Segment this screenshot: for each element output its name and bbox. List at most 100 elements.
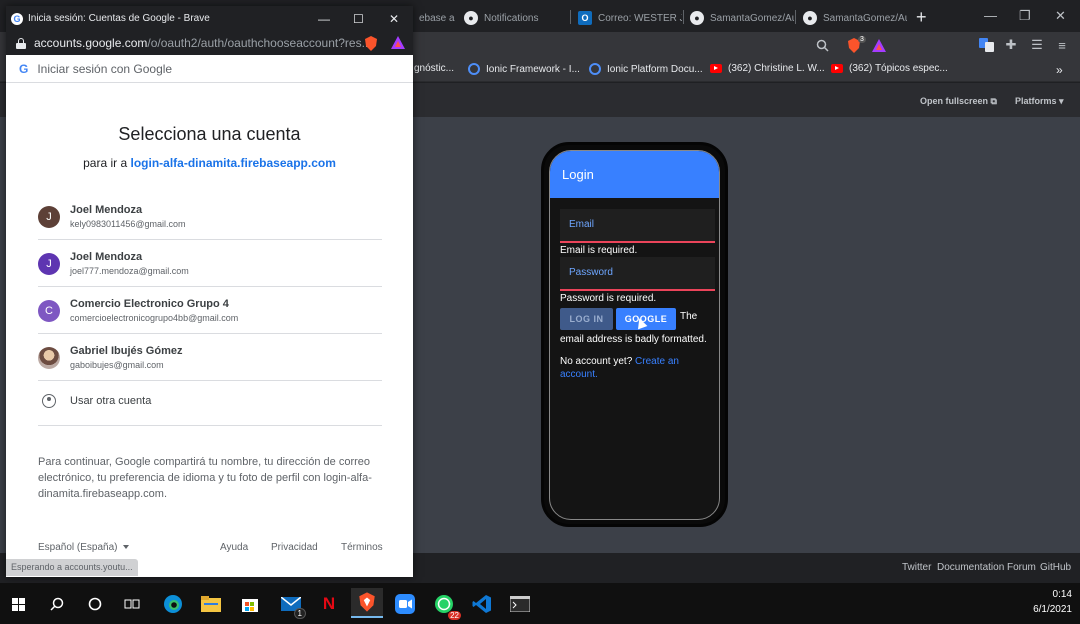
- bookmark-item[interactable]: Ionic Framework - I...: [468, 63, 580, 75]
- minimize-icon[interactable]: —: [318, 12, 330, 26]
- password-field[interactable]: Password: [560, 257, 715, 291]
- use-another-account-button[interactable]: Usar otra cuenta: [38, 390, 382, 426]
- tab-samantagomez-1[interactable]: ● SamantaGomez/Aut: [684, 6, 794, 30]
- avatar: J: [38, 206, 60, 228]
- search-icon[interactable]: [44, 591, 70, 617]
- account-circle-icon: [42, 394, 56, 408]
- windows-taskbar: 1 N 22 0:14 6/1/2021: [0, 583, 1080, 624]
- bookmark-item[interactable]: Ionic Platform Docu...: [589, 63, 703, 75]
- brave-rewards-icon[interactable]: [391, 36, 405, 51]
- clock-date: 6/1/2021: [1033, 604, 1072, 615]
- documentation-link[interactable]: Documentation: [937, 562, 1004, 573]
- tab-label: SamantaGomez/Aut: [823, 12, 907, 24]
- edge-icon[interactable]: [160, 591, 186, 617]
- language-selector[interactable]: Español (España): [38, 542, 129, 553]
- netflix-icon[interactable]: N: [316, 591, 342, 617]
- url-text: accounts.google.com/o/oauth2/auth/oauthc…: [34, 36, 372, 50]
- new-tab-button[interactable]: +: [916, 8, 927, 26]
- account-email: gaboibujes@gmail.com: [70, 360, 164, 370]
- account-item[interactable]: J Joel Mendoza joel777.mendoza@gmail.com: [38, 240, 382, 287]
- extensions-icon[interactable]: ✚: [1003, 37, 1019, 53]
- account-email: comercioelectronicogrupo4bb@gmail.com: [70, 313, 239, 323]
- terms-link[interactable]: Términos: [341, 542, 383, 553]
- page-subtitle: para ir a login-alfa-dinamita.firebaseap…: [6, 156, 413, 170]
- chevron-down-icon: ▾: [1059, 96, 1064, 106]
- tab-label: Notifications: [484, 12, 539, 24]
- account-name: Joel Mendoza: [70, 251, 143, 263]
- microsoft-store-icon[interactable]: [237, 591, 263, 617]
- whatsapp-icon[interactable]: 22: [431, 591, 461, 620]
- platforms-dropdown[interactable]: Platforms ▾: [1015, 96, 1064, 107]
- translate-icon[interactable]: [978, 37, 994, 53]
- account-name: Comercio Electronico Grupo 4: [70, 298, 229, 310]
- forum-link[interactable]: Forum: [1007, 562, 1036, 573]
- brave-shields-icon[interactable]: [364, 36, 378, 51]
- brave-browser-icon[interactable]: [351, 588, 383, 618]
- more-bookmarks-button[interactable]: »: [1056, 63, 1063, 77]
- login-button[interactable]: LOG IN: [560, 308, 613, 330]
- tab-firebase[interactable]: ebase al p: [413, 6, 455, 30]
- popup-titlebar: G Inicia sesión: Cuentas de Google - Bra…: [6, 6, 413, 31]
- zoom-icon[interactable]: [814, 37, 830, 53]
- email-field[interactable]: Email: [560, 209, 715, 243]
- app-header: Login: [550, 151, 719, 198]
- windows-start-icon[interactable]: [5, 591, 31, 617]
- tab-notifications[interactable]: ● Notifications: [458, 6, 568, 30]
- tab-label: ebase al p: [419, 12, 455, 24]
- account-item[interactable]: Gabriel Ibujés Gómez gaboibujes@gmail.co…: [38, 334, 382, 381]
- privacy-notice: Para continuar, Google compartirá tu nom…: [38, 456, 372, 500]
- tab-samantagomez-2[interactable]: ● SamantaGomez/Aut: [797, 6, 907, 30]
- bookmark-label: Ionic Platform Docu...: [607, 63, 703, 75]
- site-link[interactable]: login-alfa-dinamita.firebaseapp.com: [131, 156, 336, 170]
- bookmark-item[interactable]: (362) Christine L. W...: [710, 63, 825, 74]
- open-fullscreen-link[interactable]: Open fullscreen ⧉: [920, 96, 997, 107]
- platforms-label: Platforms: [1015, 96, 1057, 106]
- url-path: /o/oauth2/auth/oauthchooseaccount?res...: [147, 36, 372, 50]
- popup-address-bar[interactable]: accounts.google.com/o/oauth2/auth/oauthc…: [6, 31, 413, 55]
- use-another-account-label: Usar otra cuenta: [70, 395, 152, 407]
- avatar: C: [38, 300, 60, 322]
- task-view-icon[interactable]: [119, 591, 145, 617]
- account-name: Joel Mendoza: [70, 204, 143, 216]
- tab-outlook[interactable]: O Correo: WESTER JO: [572, 6, 682, 30]
- popup-window-title: Inicia sesión: Cuentas de Google - Brave: [28, 13, 210, 24]
- brave-rewards-icon[interactable]: [871, 37, 887, 53]
- terminal-icon[interactable]: [507, 591, 533, 617]
- github-link[interactable]: GitHub: [1040, 562, 1071, 573]
- clock-time: 0:14: [1052, 589, 1072, 600]
- tab-divider: [570, 10, 571, 24]
- vscode-icon[interactable]: [469, 591, 495, 617]
- phone-screen: Login Email Email is required. Password …: [549, 150, 720, 520]
- account-item[interactable]: C Comercio Electronico Grupo 4 comercioe…: [38, 287, 382, 334]
- google-button[interactable]: GOOGLE: [616, 308, 676, 330]
- system-clock[interactable]: 0:14 6/1/2021: [1033, 587, 1072, 617]
- mail-icon[interactable]: 1: [278, 591, 306, 619]
- bookmark-item[interactable]: (362) Tópicos espec...: [831, 63, 948, 74]
- zoom-icon[interactable]: [392, 591, 418, 617]
- restore-icon[interactable]: ❐: [1019, 8, 1031, 24]
- account-item[interactable]: J Joel Mendoza kely0983011456@gmail.com: [38, 193, 382, 240]
- close-icon[interactable]: ✕: [1055, 8, 1066, 24]
- file-explorer-icon[interactable]: [198, 591, 224, 617]
- shields-count: 3: [858, 36, 866, 43]
- close-icon[interactable]: ✕: [389, 12, 399, 26]
- app-header-title: Login: [562, 167, 594, 182]
- playlist-icon[interactable]: ☰: [1029, 37, 1045, 53]
- account-email: joel777.mendoza@gmail.com: [70, 266, 189, 276]
- format-error-start: The: [680, 311, 698, 322]
- twitter-link[interactable]: Twitter: [902, 562, 931, 573]
- password-placeholder: Password: [569, 267, 613, 278]
- email-placeholder: Email: [569, 219, 595, 230]
- bookmark-item[interactable]: gnóstic...: [414, 63, 454, 74]
- external-link-icon: ⧉: [990, 96, 997, 106]
- language-label: Español (España): [38, 542, 118, 553]
- cortana-icon[interactable]: [82, 591, 108, 617]
- ionic-icon: [589, 63, 601, 75]
- chevron-down-icon: [122, 545, 129, 550]
- help-link[interactable]: Ayuda: [220, 542, 248, 553]
- privacy-link[interactable]: Privacidad: [271, 542, 318, 553]
- subtitle-prefix: para ir a: [83, 156, 128, 170]
- menu-icon[interactable]: ≡: [1054, 37, 1070, 53]
- maximize-icon[interactable]: ☐: [353, 12, 364, 26]
- minimize-icon[interactable]: —: [984, 8, 997, 23]
